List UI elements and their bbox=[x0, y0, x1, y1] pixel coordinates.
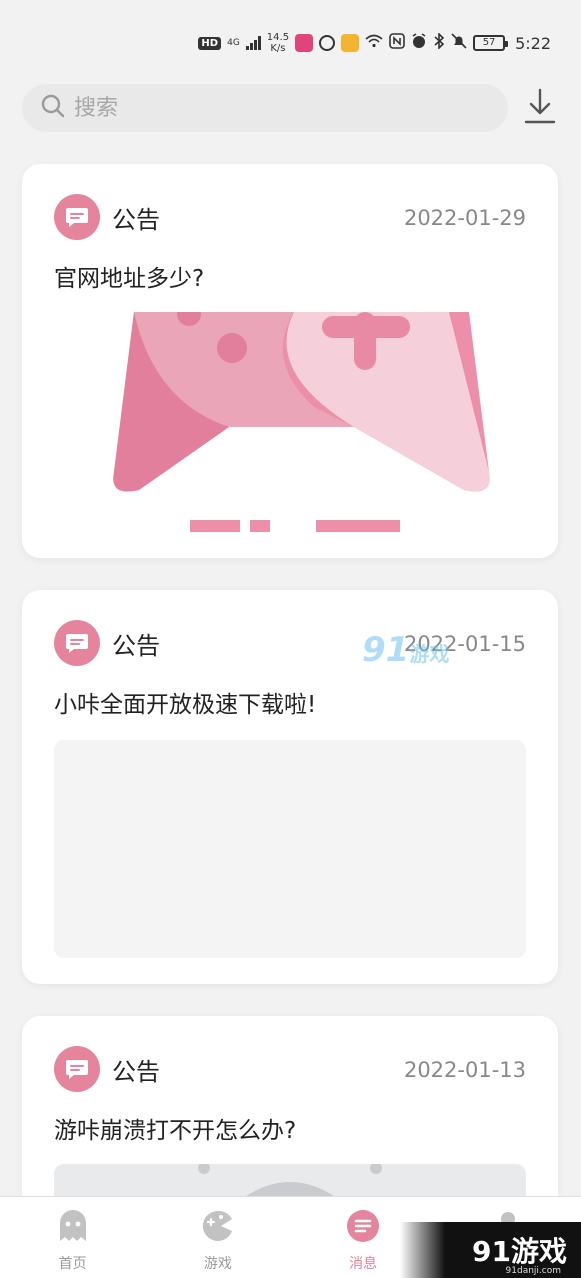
gamepad-illustration bbox=[54, 312, 526, 532]
status-icons: HD 4G 14.5 K/s 57 5:22 bbox=[198, 28, 551, 58]
nav-item-games[interactable]: 游戏 bbox=[145, 1197, 290, 1278]
clock-time: 5:22 bbox=[515, 33, 551, 53]
alarm-icon bbox=[411, 33, 427, 53]
mail-notification-icon bbox=[341, 34, 360, 52]
nav-label-games: 游戏 bbox=[203, 1256, 232, 1272]
card-title: 小咔全面开放极速下载啦! bbox=[54, 692, 317, 718]
ghost-icon bbox=[56, 1209, 90, 1247]
notice-card[interactable]: 公告 2022-01-29 官网地址多少? bbox=[22, 164, 558, 558]
bluetooth-icon bbox=[433, 32, 445, 53]
search-icon bbox=[40, 93, 66, 123]
nav-item-home[interactable]: 首页 bbox=[0, 1197, 145, 1278]
card-image-placeholder bbox=[54, 740, 526, 958]
circle-notification-icon bbox=[319, 35, 336, 51]
hd-badge: HD bbox=[198, 36, 222, 50]
search-input[interactable] bbox=[74, 95, 454, 121]
speed-unit: K/s bbox=[270, 43, 286, 54]
card-type-label: 公告 bbox=[112, 631, 160, 660]
watermark-brand: 91游戏 bbox=[472, 1235, 567, 1268]
battery-icon: 57 bbox=[473, 35, 509, 51]
card-title: 官网地址多少? bbox=[54, 266, 205, 292]
message-icon bbox=[54, 1046, 100, 1092]
download-button[interactable] bbox=[520, 88, 560, 128]
watermark-text: 游戏 bbox=[409, 642, 450, 666]
watermark-number: 91 bbox=[362, 630, 410, 670]
card-date: 2022-01-13 bbox=[403, 1058, 526, 1082]
message-icon bbox=[54, 620, 100, 666]
wifi-icon bbox=[365, 34, 383, 52]
message-icon bbox=[54, 194, 100, 240]
watermark-site: 91danji.com bbox=[505, 1266, 561, 1276]
notice-card[interactable]: 公告 2022-01-13 游咔崩溃打不开怎么办? bbox=[22, 1016, 558, 1216]
card-type-label: 公告 bbox=[112, 205, 160, 234]
status-bar: HD 4G 14.5 K/s 57 5:22 bbox=[0, 0, 581, 70]
card-date: 2022-01-29 bbox=[403, 206, 526, 230]
card-image bbox=[54, 312, 526, 532]
game-icon bbox=[201, 1209, 235, 1247]
card-type-label: 公告 bbox=[112, 1057, 160, 1086]
network-indicator: 4G bbox=[227, 37, 240, 48]
notification-app-icon bbox=[295, 34, 314, 52]
notice-card[interactable]: 公告 2022-01-15 小咔全面开放极速下载啦! bbox=[22, 590, 558, 984]
corner-watermark: 91游戏 91danji.com bbox=[400, 1222, 581, 1278]
battery-level: 57 bbox=[482, 37, 496, 48]
mute-bell-icon bbox=[451, 33, 467, 53]
card-title: 游咔崩溃打不开怎么办? bbox=[54, 1118, 297, 1144]
nfc-icon bbox=[389, 33, 405, 53]
nav-label-messages: 消息 bbox=[349, 1256, 378, 1272]
message-list-icon bbox=[346, 1209, 380, 1247]
speed-value: 14.5 bbox=[266, 32, 290, 43]
watermark-logo: 91 游戏 bbox=[362, 630, 449, 670]
signal-icon bbox=[245, 36, 261, 50]
card-header: 公告 bbox=[54, 194, 160, 240]
nav-label-home: 首页 bbox=[58, 1256, 87, 1272]
search-bar[interactable] bbox=[22, 84, 508, 132]
card-header: 公告 bbox=[54, 620, 160, 666]
card-header: 公告 bbox=[54, 1046, 160, 1092]
network-type: 4G bbox=[227, 37, 240, 48]
download-icon bbox=[523, 87, 557, 129]
network-speed: 14.5 K/s bbox=[267, 32, 289, 54]
